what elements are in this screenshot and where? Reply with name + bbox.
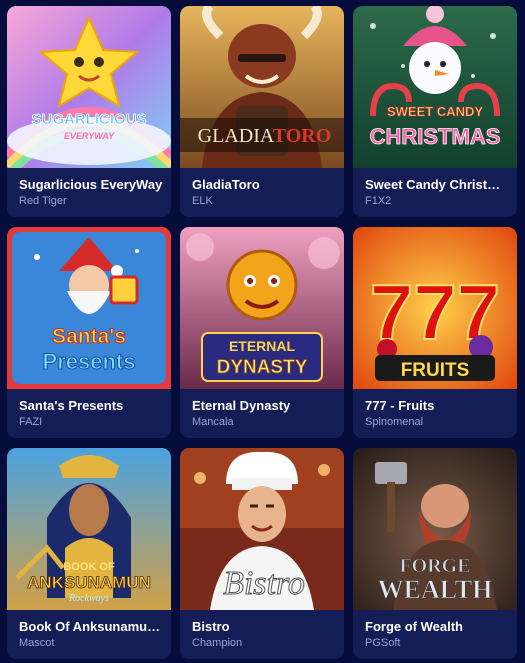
game-title[interactable]: Book Of Anksunamun Rockways [19, 619, 164, 634]
game-title[interactable]: GladiaToro [192, 177, 337, 192]
queen-character-icon [69, 484, 109, 536]
game-title[interactable]: Sweet Candy Christmas [365, 177, 510, 192]
chef-character-icon [238, 486, 286, 542]
game-grid: SUGARLICIOUS EVERYWAY Sugarlicious Every… [7, 6, 517, 659]
game-card-forge-of-wealth[interactable]: FORGE WEALTH Forge of Wealth PGSoft [353, 448, 517, 659]
game-logo-text: BOOK OF [63, 561, 115, 573]
game-logo-subtext: TORO [273, 125, 332, 147]
game-logo-subtext: EVERYWAY [64, 131, 115, 141]
game-title[interactable]: Forge of Wealth [365, 619, 510, 634]
game-provider: Mascot [19, 637, 55, 649]
game-title[interactable]: Santa's Presents [19, 398, 164, 413]
game-provider: ELK [192, 195, 213, 207]
dwarf-character-icon [421, 484, 469, 528]
game-thumbnail[interactable]: ETERNAL DYNASTY [180, 227, 344, 389]
game-card-sweet-candy-christmas[interactable]: SWEET CANDY CHRISTMAS Sweet Candy Christ… [353, 6, 517, 217]
game-thumbnail[interactable]: GLADIA TORO [180, 6, 344, 168]
game-provider: Spinomenal [365, 416, 424, 428]
game-title[interactable]: Sugarlicious EveryWay [19, 177, 164, 192]
game-logo-text: SWEET CANDY [387, 104, 483, 119]
game-logo-subtext: DYNASTY [217, 357, 308, 378]
game-thumbnail[interactable]: BOOK OF ANKSUNAMUN Rockways [7, 448, 171, 610]
game-logo-subtext: CHRISTMAS [370, 124, 501, 149]
game-logo-text: ETERNAL [229, 338, 296, 354]
game-logo-text: SUGARLICIOUS [31, 111, 146, 128]
game-logo-text: Santa's [52, 325, 126, 348]
game-thumbnail[interactable]: SUGARLICIOUS EVERYWAY [7, 6, 171, 168]
game-logo-subtext: ANKSUNAMUN [27, 573, 151, 592]
game-card-777-fruits[interactable]: 777 FRUITS 777 - Fruits Spinomenal [353, 227, 517, 438]
game-logo-text: Bistro [223, 565, 305, 602]
game-provider: FAZI [19, 416, 43, 428]
game-logo-subtext: FRUITS [401, 360, 470, 381]
game-title[interactable]: Eternal Dynasty [192, 398, 337, 413]
game-card-santas-presents[interactable]: Santa's Presents Santa's Presents FAZI [7, 227, 171, 438]
game-logo-text: FORGE [399, 555, 470, 577]
game-thumbnail[interactable]: Bistro [180, 448, 344, 610]
game-card-book-of-anksunamun[interactable]: BOOK OF ANKSUNAMUN Rockways Book Of Anks… [7, 448, 171, 659]
game-title[interactable]: Bistro [192, 619, 337, 634]
game-provider: F1X2 [365, 195, 392, 207]
game-provider: PGSoft [365, 637, 401, 649]
game-provider: Champion [192, 637, 243, 649]
game-thumbnail[interactable]: Santa's Presents [7, 227, 171, 389]
game-logo-subtext: Presents [43, 349, 136, 374]
game-card-gladiatoro[interactable]: GLADIA TORO GladiaToro ELK [180, 6, 344, 217]
game-provider: Red Tiger [19, 195, 67, 207]
game-card-sugarlicious-everyway[interactable]: SUGARLICIOUS EVERYWAY Sugarlicious Every… [7, 6, 171, 217]
game-provider: Mancala [192, 416, 234, 428]
game-title[interactable]: 777 - Fruits [365, 398, 510, 413]
game-thumbnail[interactable]: FORGE WEALTH [353, 448, 517, 610]
game-card-bistro[interactable]: Bistro Bistro Champion [180, 448, 344, 659]
snowman-icon [409, 42, 461, 94]
game-logo-tagline: Rockways [68, 593, 109, 604]
game-logo-subtext: WEALTH [378, 575, 493, 604]
game-thumbnail[interactable]: 777 FRUITS [353, 227, 517, 389]
game-card-eternal-dynasty[interactable]: ETERNAL DYNASTY Eternal Dynasty Mancala [180, 227, 344, 438]
hammer-icon [375, 462, 407, 484]
game-logo-text: GLADIA [198, 125, 275, 147]
game-thumbnail[interactable]: SWEET CANDY CHRISTMAS [353, 6, 517, 168]
